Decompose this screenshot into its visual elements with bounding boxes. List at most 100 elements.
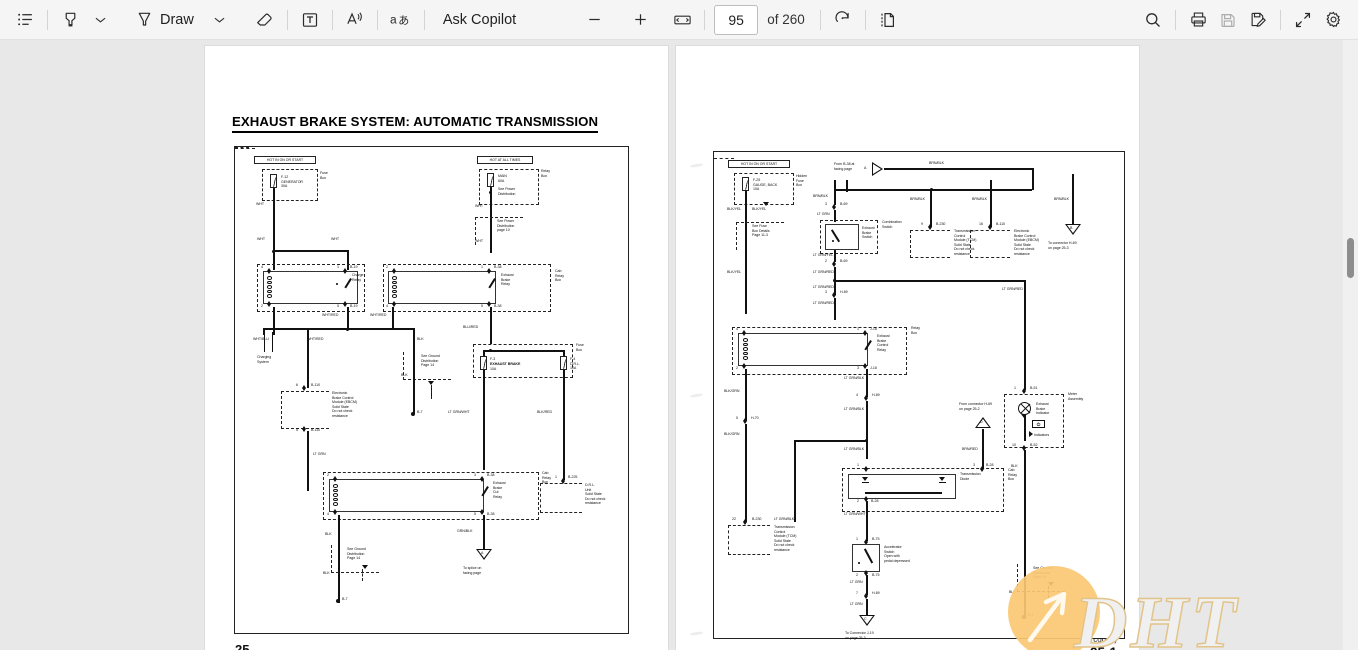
highlighter-options-button[interactable] [85, 5, 115, 35]
scrollbar-thumb[interactable] [1347, 238, 1354, 278]
rotate-button[interactable] [828, 5, 858, 35]
ground-arrow [428, 381, 434, 385]
highlighter-button[interactable] [55, 5, 85, 35]
toolbar-divider-5 [423, 9, 425, 30]
switch-pivot [832, 240, 834, 242]
scan-smudge [689, 631, 704, 636]
connector-b28-1 [863, 466, 869, 472]
cab-relay-box-label: Cab Relay Box [555, 269, 564, 283]
wire-wht-1 [273, 188, 276, 252]
pin-2: 2 [825, 259, 827, 263]
settings-button[interactable] [1318, 5, 1348, 35]
wire-color-blk: BLK [1009, 590, 1016, 594]
connector-id-h70: H-70 [751, 416, 759, 420]
svg-text:あ: あ [398, 14, 409, 27]
highlighter-icon [61, 10, 80, 29]
print-icon [1189, 10, 1208, 29]
connector-id-b51: B-51 [1030, 386, 1038, 390]
wire-branch-left [794, 440, 866, 443]
wire-color-wht-red: WHT/RED [322, 313, 339, 317]
pin-3: 3 [857, 366, 859, 370]
connector-id-b69: B-69 [840, 202, 848, 206]
print-button[interactable] [1183, 5, 1213, 35]
wire-blk-grn-2 [745, 424, 748, 522]
wire-color-lt-grn-wht: LT GRN/WHT [844, 512, 866, 516]
wire-color-brn-blk: BRN/BLK [910, 197, 926, 201]
chevron-down-icon [214, 16, 225, 24]
translate-button[interactable]: a あ [385, 5, 417, 35]
page-view-button[interactable] [873, 5, 903, 35]
wire-color-wht: WHT [475, 239, 484, 243]
pin-4: 4 [856, 393, 858, 397]
pin-1: 1 [481, 265, 483, 269]
exhaust-brake-indicator-label: Exhaust Brake Indicator [1036, 402, 1050, 416]
ask-copilot-button[interactable]: Ask Copilot [432, 5, 527, 35]
wire-color-wht-red: WHT/RED [307, 337, 324, 341]
page-number-right: 25-1 [1090, 645, 1117, 650]
wire-color-blk: BLK [323, 571, 330, 575]
zoom-out-button[interactable] [579, 5, 609, 35]
connector-id-b38: B-38 [494, 304, 502, 308]
connector-id-j18: J-18 [870, 327, 877, 331]
pdf-page-right[interactable]: (cont'd) 25-1 HOT IN ON OR START F-25 GA… [676, 46, 1139, 650]
pin-22: 22 [732, 517, 736, 521]
pin-9: 9 [921, 222, 923, 226]
wiring-diagram-frame-left: HOT IN ON OR START F-12 GENERATOR 30A Fu… [234, 146, 629, 634]
toolbar-divider-9 [1175, 9, 1176, 30]
page-number-input[interactable] [714, 4, 759, 35]
wire-color-brn-blk: BRN/BLK [1054, 197, 1070, 201]
wire-blk-red [563, 370, 566, 480]
save-as-button[interactable] [1243, 5, 1273, 35]
ground-id-b1: B-1 [1028, 613, 1034, 617]
power-distribution-note-2: See Power Distribution page 10 [497, 219, 515, 233]
add-text-button[interactable] [295, 5, 325, 35]
connector-id-h69: H-69 [872, 393, 880, 397]
drl-unit-outline [540, 483, 582, 513]
ground-symbol-stem [431, 385, 433, 399]
ground-distribution-note-2: See Ground Distribution Page 14 [347, 547, 366, 561]
fullscreen-button[interactable] [1288, 5, 1318, 35]
fuse-main [487, 173, 494, 187]
pin-1: 1 [857, 463, 859, 467]
read-aloud-button[interactable] [340, 5, 370, 35]
erase-button[interactable] [250, 5, 280, 35]
draw-options-button[interactable] [205, 5, 235, 35]
pdf-toolbar: Draw a あ Ask Copilot 95 of 260 [0, 0, 1358, 40]
plus-icon [632, 11, 649, 28]
wire-to-indicator [1024, 280, 1027, 390]
toolbar-divider-2 [286, 9, 288, 30]
tcm-label-bottom: Transmission Control Module (TCM) Solid … [774, 525, 797, 552]
save-button[interactable] [1213, 5, 1243, 35]
table-of-contents-button[interactable] [10, 5, 40, 35]
pdf-page-left[interactable]: EXHAUST BRAKE SYSTEM: AUTOMATIC TRANSMIS… [205, 46, 668, 650]
pin-1: 1 [1014, 386, 1016, 390]
connector-id-b38: B-38 [494, 265, 502, 269]
zoom-in-button[interactable] [625, 5, 655, 35]
hidden-fuse-box-label: Hidden Fuse Box [796, 174, 808, 188]
connector-id-b38: B-38 [487, 473, 495, 477]
indicators-arrow [1029, 431, 1033, 437]
exhaust-brake-cut-relay-label: Exhaust Brake Cut Relay [493, 481, 506, 499]
pin-16: 16 [979, 222, 983, 226]
page-connector-triangle-c [859, 615, 875, 626]
svg-text:a: a [390, 13, 397, 27]
relay-coil-exhaust [392, 276, 397, 298]
draw-button[interactable]: Draw [130, 5, 205, 35]
fit-to-width-button[interactable] [667, 5, 697, 35]
diode-symbol-2 [939, 477, 945, 481]
pdf-viewer-surface[interactable]: EXHAUST BRAKE SYSTEM: AUTOMATIC TRANSMIS… [0, 40, 1343, 650]
wire-lt-grn-red-2 [834, 298, 837, 320]
arrow-to-note [763, 202, 769, 206]
wire-to-charging-2 [272, 332, 274, 352]
relay-pivot [336, 283, 338, 285]
connector-id-b110: B-110 [311, 428, 321, 432]
exhaust-brake-control-relay-label: Exhaust Brake Control Relay [877, 334, 890, 352]
pin-5: 5 [337, 304, 339, 308]
indicators-label: Indicators [1034, 433, 1050, 437]
toolbar-divider-4 [376, 9, 378, 30]
search-button[interactable] [1138, 5, 1168, 35]
fuse-f4-label: F-4 D.R.L. 10A [570, 357, 580, 371]
wire-down-left [273, 307, 276, 335]
vertical-scrollbar[interactable] [1343, 40, 1358, 650]
diode-common-bus [865, 492, 942, 495]
